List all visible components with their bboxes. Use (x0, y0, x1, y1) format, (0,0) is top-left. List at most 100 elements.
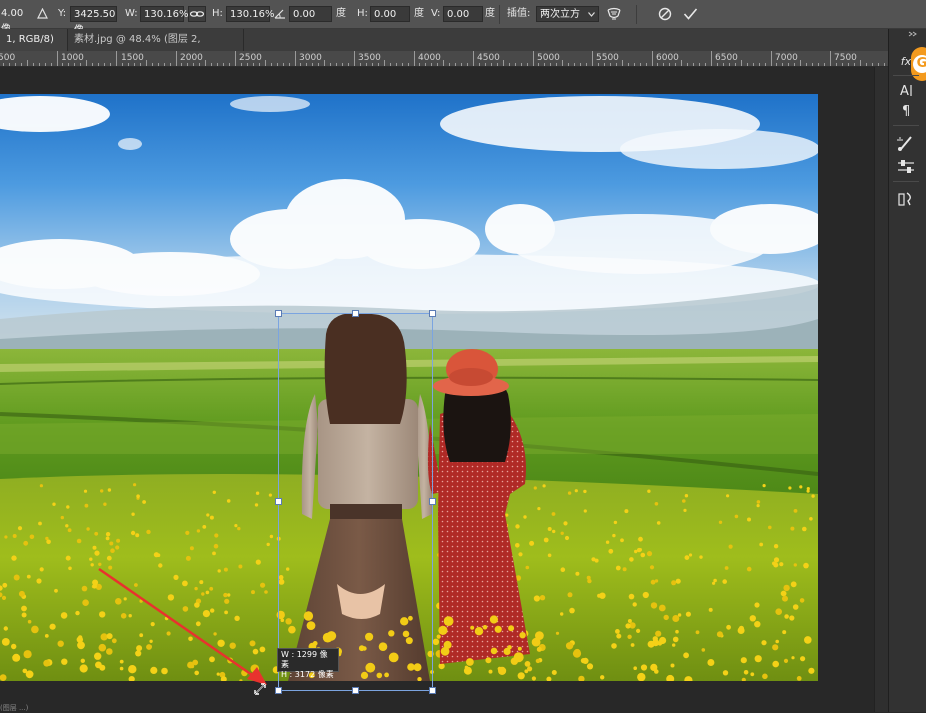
flower-dot (86, 527, 90, 531)
ruler-label: 7500 (834, 53, 857, 63)
flower-dot (772, 561, 776, 566)
flower-dot (615, 629, 620, 634)
flower-dot (1, 638, 10, 646)
transform-handle-top[interactable] (352, 310, 359, 317)
flower-dot (510, 657, 519, 665)
paragraph-panel-icon[interactable]: ¶ (893, 101, 919, 123)
flower-dot (762, 673, 768, 680)
clone-source-icon[interactable] (893, 189, 919, 211)
flower-dot (620, 538, 624, 543)
flower-dot (533, 595, 541, 602)
collapse-panel-icon[interactable] (908, 31, 918, 37)
horizontal-ruler[interactable]: 500 1000 1500 2000 2500 3000 3500 4000 4… (0, 51, 888, 67)
ruler-tick (830, 51, 831, 66)
transform-handle-top-left[interactable] (275, 310, 282, 317)
tooltip-width: W : 1299 像素 (281, 650, 328, 669)
ruler-tick (300, 63, 302, 66)
flower-dot (26, 574, 31, 579)
flower-dot (672, 643, 676, 647)
character-panel-icon[interactable]: A (893, 81, 919, 103)
transform-handle-bottom-left[interactable] (275, 687, 282, 694)
flower-dot (65, 555, 71, 561)
flower-dot (237, 526, 241, 531)
flower-dot (489, 615, 498, 624)
ruler-tick (20, 63, 22, 66)
flower-dot (60, 612, 68, 619)
height-percent-field[interactable]: 130.16% (226, 6, 275, 22)
flower-dot (3, 626, 8, 631)
transform-handle-top-right[interactable] (429, 310, 436, 317)
x-position-field[interactable]: 4.00 像 (0, 6, 28, 35)
ruler-tick (520, 63, 522, 66)
tab-document-2[interactable]: 素材.jpg @ 48.4% (图层 2, RGB/8) *× (68, 29, 244, 67)
divider (893, 125, 919, 126)
fx-label: fx (900, 55, 912, 68)
flower-dot (671, 580, 677, 586)
ruler-tick (734, 63, 736, 66)
transform-handle-bottom[interactable] (352, 687, 359, 694)
interpolation-label: 插值: (507, 8, 531, 19)
rotation-field[interactable]: 0.00 (289, 6, 332, 22)
ruler-tick (401, 63, 403, 66)
flower-dot (212, 551, 216, 556)
vertical-scrollbar[interactable] (874, 67, 888, 712)
ruler-tick (282, 63, 284, 66)
tab-document-1[interactable]: 1, RGB/8) *× (0, 29, 68, 67)
flower-dot (564, 535, 570, 541)
cancel-transform-icon[interactable] (658, 7, 672, 21)
warp-mode-icon[interactable] (606, 6, 622, 22)
flower-dot (804, 636, 812, 644)
ruler-tick (246, 63, 248, 66)
h-skew-field[interactable]: 0.00 (370, 6, 410, 22)
chain-link-icon (189, 11, 205, 17)
flower-dot (136, 494, 140, 499)
flower-dot (525, 565, 530, 570)
flower-dot (470, 625, 475, 630)
ruler-tick (835, 63, 837, 66)
ruler-tick (306, 63, 308, 66)
flower-dot (647, 489, 651, 493)
flower-dot (756, 504, 760, 508)
ruler-tick (211, 63, 213, 66)
y-position-field[interactable]: 3425.50 像 (70, 6, 117, 36)
transform-handle-bottom-right[interactable] (429, 687, 436, 694)
flower-dot (567, 592, 573, 598)
flower-dot (573, 648, 581, 657)
width-percent-field[interactable]: 130.16% (140, 6, 189, 22)
interpolation-select[interactable]: 两次立方 (536, 6, 599, 22)
transform-handle-left[interactable] (275, 498, 282, 505)
flower-dot (29, 534, 35, 540)
flower-dot (615, 565, 621, 571)
ruler-tick (258, 63, 260, 66)
ruler-tick (663, 63, 665, 66)
flower-dot (789, 615, 795, 621)
flower-dot (599, 592, 606, 599)
flower-dot (255, 491, 260, 495)
flower-dot (537, 507, 541, 511)
flower-dot (633, 666, 637, 670)
flower-dot (746, 566, 752, 572)
ruler-tick (44, 63, 46, 66)
flower-dot (543, 537, 549, 543)
flower-dot (39, 484, 44, 488)
transform-handle-right[interactable] (429, 498, 436, 505)
flower-dot (574, 489, 578, 493)
flower-dot (608, 548, 614, 554)
transform-bounding-box[interactable] (278, 313, 433, 691)
flower-dot (799, 598, 805, 603)
flower-dot (60, 515, 64, 520)
flower-dot (31, 625, 39, 634)
flower-dot (508, 625, 515, 632)
brush-settings-icon[interactable] (893, 133, 919, 155)
v-skew-field[interactable]: 0.00 (443, 6, 483, 22)
link-aspect-button[interactable] (188, 6, 206, 22)
commit-transform-checkmark-icon[interactable] (683, 7, 698, 21)
flower-dot (68, 566, 72, 571)
adjustments-sliders-icon[interactable] (893, 157, 919, 179)
flower-dot (89, 557, 93, 561)
divider (499, 5, 500, 24)
flower-dot (646, 551, 653, 557)
flower-dot (793, 509, 798, 513)
rotate-angle-icon (274, 9, 285, 19)
ruler-tick (740, 60, 742, 66)
